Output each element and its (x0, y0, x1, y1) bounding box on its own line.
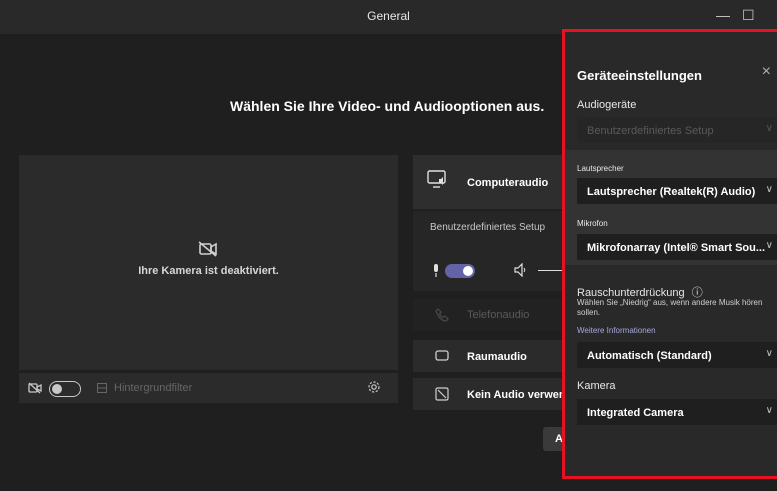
audio-devices-select[interactable]: Benutzerdefiniertes Setup ∨ (577, 117, 777, 143)
background-filter-label[interactable]: Hintergrundfilter (114, 382, 192, 394)
camera-select[interactable]: Integrated Camera ∨ (577, 399, 777, 425)
room-audio-label: Raumaudio (467, 351, 527, 363)
custom-setup-section: Lautsprecher Lautsprecher (Realtek(R) Au… (565, 150, 777, 265)
speaker-select[interactable]: Lautsprecher (Realtek(R) Audio) ∨ (577, 178, 777, 204)
toggle-knob (463, 266, 473, 276)
chevron-down-icon: ∨ (765, 184, 773, 195)
close-icon[interactable]: × (762, 63, 771, 81)
camera-toggle[interactable] (49, 381, 81, 397)
panel-title: Geräteeinstellungen (577, 68, 702, 83)
noise-suppression-description: Wählen Sie „Niedrig“ aus, wenn andere Mu… (577, 298, 763, 317)
noise-suppression-value: Automatisch (Standard) (587, 350, 712, 362)
camera-status-text: Ihre Kamera ist deaktiviert. (138, 265, 279, 277)
room-audio-option[interactable]: Raumaudio (413, 340, 563, 372)
speaker-icon (514, 263, 526, 277)
speaker-volume-slider[interactable] (538, 270, 563, 271)
minimize-button[interactable]: — (716, 7, 730, 23)
computer-audio-label: Computeraudio (467, 177, 549, 189)
video-preview: Ihre Kamera ist deaktiviert. (19, 155, 398, 370)
window-title: General (367, 9, 410, 23)
camera-off-icon (28, 382, 42, 394)
custom-setup-label: Benutzerdefiniertes Setup (430, 222, 546, 233)
noise-suppression-select[interactable]: Automatisch (Standard) ∨ (577, 342, 777, 368)
room-audio-icon (435, 350, 449, 361)
microphone-icon (434, 264, 438, 277)
camera-label: Kamera (577, 380, 616, 392)
video-controls-bar: Hintergrundfilter (19, 373, 398, 403)
computer-audio-settings: Benutzerdefiniertes Setup (413, 211, 563, 291)
chevron-down-icon: ∨ (765, 348, 773, 359)
camera-value: Integrated Camera (587, 407, 684, 419)
chevron-down-icon: ∨ (765, 405, 773, 416)
phone-audio-option[interactable]: Telefonaudio (413, 299, 563, 331)
speaker-label: Lautsprecher (577, 164, 624, 173)
microphone-value: Mikrofonarray (Intel® Smart Sou... (587, 242, 766, 254)
microphone-select[interactable]: Mikrofonarray (Intel® Smart Sou... ∨ (577, 234, 777, 260)
background-filter-icon (97, 383, 107, 393)
phone-audio-label: Telefonaudio (467, 309, 530, 321)
audio-devices-value: Benutzerdefiniertes Setup (587, 125, 714, 137)
speaker-off-icon (435, 387, 449, 401)
camera-off-icon (198, 241, 217, 257)
no-audio-label: Kein Audio verwenden (467, 389, 563, 401)
computer-audio-icon (427, 170, 446, 188)
speaker-value: Lautsprecher (Realtek(R) Audio) (587, 186, 756, 198)
microphone-label: Mikrofon (577, 219, 608, 228)
chevron-down-icon: ∨ (765, 240, 773, 251)
more-info-link[interactable]: Weitere Informationen (577, 326, 656, 335)
computer-audio-option[interactable]: Computeraudio (413, 155, 563, 209)
maximize-button[interactable]: ☐ (742, 7, 755, 24)
phone-icon (435, 308, 449, 322)
audio-devices-label: Audiogeräte (577, 99, 637, 111)
device-settings-panel: Geräteeinstellungen × Audiogeräte Benutz… (562, 29, 777, 479)
chevron-down-icon: ∨ (765, 123, 773, 134)
microphone-toggle[interactable] (445, 264, 475, 278)
page-heading: Wählen Sie Ihre Video- und Audiooptionen… (230, 98, 545, 114)
gear-icon[interactable] (367, 380, 381, 394)
toggle-knob (52, 384, 62, 394)
no-audio-option[interactable]: Kein Audio verwenden (413, 378, 563, 410)
